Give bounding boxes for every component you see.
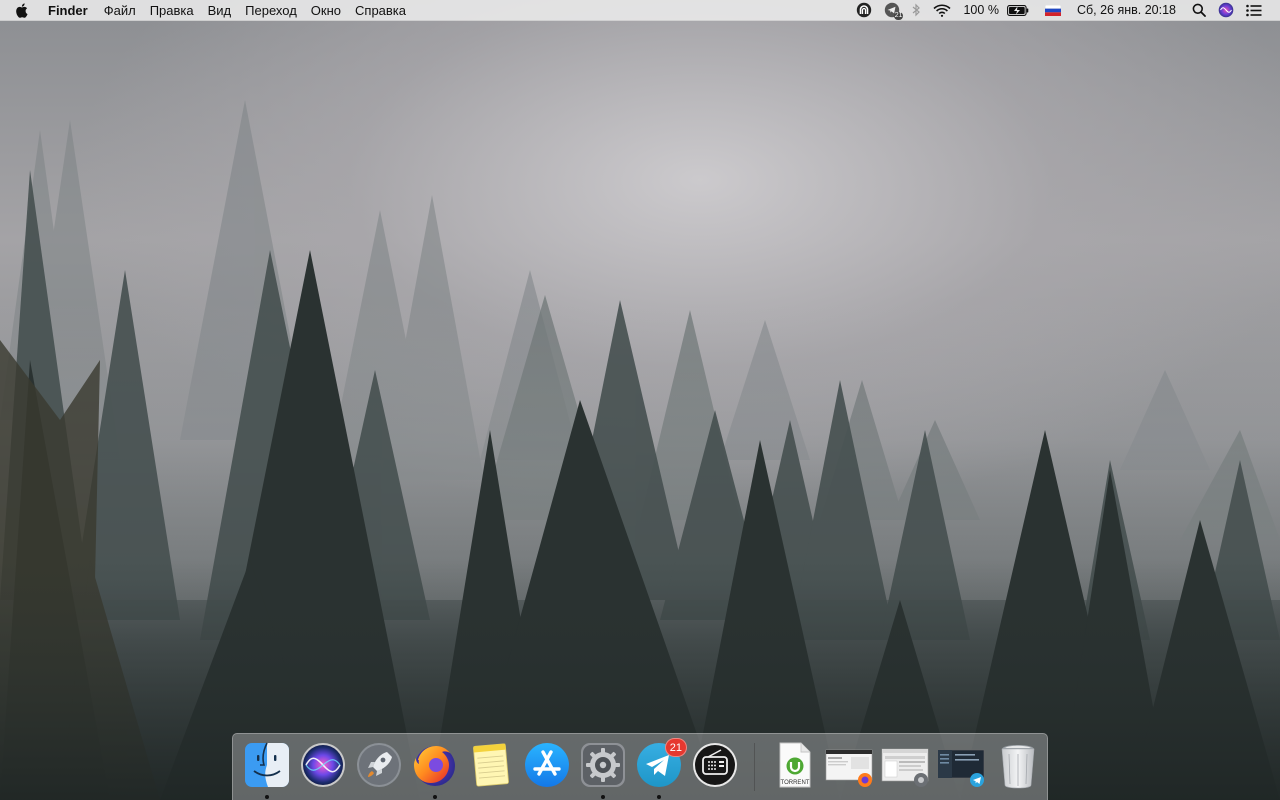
torrent-label: TORRENT xyxy=(781,780,810,786)
telegram-unread-badge: 21 xyxy=(664,738,687,757)
torrent-document-icon: TORRENT xyxy=(769,740,819,790)
trash-icon xyxy=(993,740,1043,790)
dock-app-launchpad[interactable] xyxy=(351,734,407,800)
desktop-wallpaper xyxy=(0,0,1280,800)
menu-app-name[interactable]: Finder xyxy=(48,0,97,21)
dock-app-telegram[interactable]: 21 xyxy=(631,734,687,800)
dock-item-torrent-file[interactable]: TORRENT xyxy=(766,734,822,800)
dock-app-app-store[interactable] xyxy=(519,734,575,800)
notification-center-icon[interactable] xyxy=(1246,0,1262,21)
running-indicator xyxy=(601,795,605,799)
dock: 21 TORRENT xyxy=(232,733,1048,800)
clock[interactable]: Сб, 26 янв. 20:18 xyxy=(1077,0,1176,21)
menu-go[interactable]: Переход xyxy=(238,0,304,21)
rocket-icon xyxy=(354,740,404,790)
siri-icon xyxy=(298,740,348,790)
dock-app-notes[interactable] xyxy=(463,734,519,800)
dock-app-firefox[interactable] xyxy=(407,734,463,800)
notes-icon xyxy=(466,740,516,790)
firefox-icon xyxy=(410,740,460,790)
wifi-icon[interactable] xyxy=(933,0,952,21)
dock-item-trash[interactable] xyxy=(990,734,1046,800)
menu-bar: Finder Файл Правка Вид Переход Окно Спра… xyxy=(0,0,1280,21)
forest-wallpaper xyxy=(0,100,1280,800)
menu-file[interactable]: Файл xyxy=(97,0,143,21)
siri-icon[interactable] xyxy=(1218,0,1234,21)
dock-window-preferences[interactable] xyxy=(878,734,934,800)
dock-app-system-preferences[interactable] xyxy=(575,734,631,800)
app-store-icon xyxy=(522,740,572,790)
telegram-tray-badge: 21 xyxy=(893,11,904,20)
window-thumbnail-icon xyxy=(937,740,987,790)
battery-icon[interactable] xyxy=(1006,0,1029,21)
tunnel-icon[interactable] xyxy=(856,0,872,21)
menu-view[interactable]: Вид xyxy=(201,0,239,21)
dock-window-firefox[interactable] xyxy=(822,734,878,800)
search-icon[interactable] xyxy=(1192,0,1206,21)
finder-icon xyxy=(242,740,292,790)
menu-bar-status: 21 100 % Сб, 26 янв. 20:18 xyxy=(850,0,1280,21)
window-thumbnail-icon xyxy=(881,740,931,790)
dock-app-finder[interactable] xyxy=(239,734,295,800)
battery-percent[interactable]: 100 % xyxy=(963,0,998,21)
dock-app-siri[interactable] xyxy=(295,734,351,800)
running-indicator xyxy=(433,795,437,799)
apple-menu-icon[interactable] xyxy=(14,2,28,18)
dock-separator xyxy=(754,743,755,791)
dock-app-radio[interactable] xyxy=(687,734,743,800)
running-indicator xyxy=(657,795,661,799)
dock-window-telegram[interactable] xyxy=(934,734,990,800)
bluetooth-icon[interactable] xyxy=(912,0,921,21)
gear-icon xyxy=(578,740,628,790)
running-indicator xyxy=(265,795,269,799)
menu-edit[interactable]: Правка xyxy=(143,0,201,21)
telegram-icon: 21 xyxy=(634,738,687,790)
telegram-tray-icon[interactable]: 21 xyxy=(884,0,904,21)
input-source-flag[interactable] xyxy=(1044,0,1061,21)
menu-bar-left: Finder Файл Правка Вид Переход Окно Спра… xyxy=(0,0,413,21)
window-thumbnail-icon xyxy=(825,740,875,790)
menu-window[interactable]: Окно xyxy=(304,0,348,21)
radio-icon xyxy=(690,740,740,790)
menu-help[interactable]: Справка xyxy=(348,0,413,21)
